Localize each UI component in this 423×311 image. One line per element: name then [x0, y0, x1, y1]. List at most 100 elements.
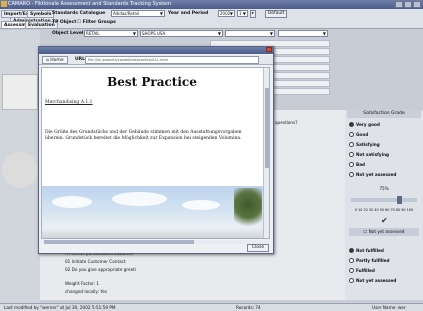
radio-not-satisfying[interactable]: Not satisfying	[349, 152, 389, 157]
filter-groups-checkbox[interactable]: ☐ Filter Groups	[77, 20, 116, 25]
scroll-thumb[interactable]	[44, 240, 194, 244]
chevron-down-icon: ▼	[229, 11, 233, 16]
home-button[interactable]: ⌂ Home	[42, 56, 68, 64]
radio-label: Good	[356, 132, 369, 137]
weight-factor: Weight Factor: 1	[65, 281, 100, 286]
radio-label: Bad	[356, 162, 366, 167]
sky-photo	[42, 186, 264, 238]
question-list: A Provide personalized customer 01 Initi…	[65, 250, 136, 296]
cloud-shape	[182, 200, 220, 210]
close-button[interactable]: Close	[247, 244, 269, 252]
list-item[interactable]: 01 Initiate Customer Contact	[65, 258, 136, 266]
radio-not-yet-assessed[interactable]: Not yet assessed	[349, 172, 396, 177]
radio-label: Not yet assessed	[356, 278, 397, 283]
body-text: Die Größe des Grundstücks und der Gebäud…	[45, 130, 242, 141]
object-select[interactable]: SHOPS USA ▼	[140, 30, 223, 37]
tree-shape	[234, 188, 262, 230]
window-titlebar: CAMARO - Fiktionale Assessment and Stand…	[0, 0, 423, 9]
object-value: SHOPS USA	[142, 31, 166, 36]
default-button[interactable]: Default	[265, 10, 287, 18]
radio-icon	[349, 132, 354, 137]
radio-icon	[349, 268, 354, 273]
period-select[interactable]: 1 ▼	[237, 10, 248, 17]
list-item[interactable]: 02 Do you give appropriate greeti	[65, 266, 136, 274]
changed-locally: changed locally: Yes	[65, 289, 107, 294]
object-level-label: Object Level	[52, 31, 84, 36]
standards-catalogue-label: Standards Catalogue	[52, 11, 106, 16]
close-icon[interactable]	[266, 47, 272, 52]
cloud-shape	[52, 196, 92, 208]
radio-fulfilled[interactable]: Fulfilled	[349, 268, 375, 273]
chevron-down-icon: ▼	[132, 31, 136, 36]
radio-icon	[349, 162, 354, 167]
slider-knob[interactable]	[396, 196, 402, 204]
period-value: 1	[239, 11, 242, 16]
satisfaction-panel: Satisfaction Grade Very good Good Satisf…	[345, 110, 423, 300]
standards-catalogue-select[interactable]: Adidas/Retail ▼	[111, 10, 165, 17]
radio-not-fulfilled[interactable]: Not fulfilled	[349, 248, 384, 253]
checkbox-label: Not yet assessed	[368, 229, 405, 234]
radio-label: Satisfying	[356, 142, 380, 147]
standards-catalogue-value: Adidas/Retail	[113, 11, 140, 16]
radio-icon	[349, 172, 354, 177]
satisfaction-slider[interactable]	[351, 196, 417, 204]
vertical-scrollbar[interactable]	[263, 68, 269, 238]
chevron-down-icon: ▼	[242, 11, 246, 16]
maximize-icon[interactable]	[404, 1, 412, 8]
horizontal-scrollbar[interactable]	[41, 240, 270, 244]
minimize-icon[interactable]	[395, 1, 403, 8]
printer-icon[interactable]	[2, 74, 38, 110]
chevron-down-icon: ▼	[269, 31, 273, 36]
radio-selected-icon	[349, 122, 354, 127]
percent-readout: 75%	[379, 186, 389, 191]
radio-label: Very good	[356, 122, 380, 127]
checkmark-icon[interactable]: ✔	[381, 216, 388, 225]
radio-fulfill-not-yet-assessed[interactable]: Not yet assessed	[349, 278, 396, 283]
radio-very-good[interactable]: Very good	[349, 122, 380, 127]
radio-bad[interactable]: Bad	[349, 162, 365, 167]
radio-icon	[349, 152, 354, 157]
radio-icon	[349, 142, 354, 147]
period-stepper[interactable]: ▸	[250, 10, 256, 18]
year-value: 2002	[220, 11, 231, 16]
cloud-shape	[112, 192, 167, 206]
close-icon[interactable]	[413, 1, 421, 8]
url-field[interactable]: file:///d:/projects/casde/bestpractice/A…	[85, 56, 259, 64]
sub-object-select[interactable]: ▼	[225, 30, 275, 37]
main-toolbar: Import/Export Symbols Administration Ass…	[0, 9, 423, 29]
best-practice-dialog: ⌂ Home URL file:///d:/projects/casde/bes…	[38, 46, 274, 254]
satisfaction-header: Satisfaction Grade	[347, 110, 421, 118]
radio-label: Not fulfilled	[356, 248, 384, 253]
radio-selected-icon	[349, 248, 354, 253]
window-title: CAMARO - Fiktionale Assessment and Stand…	[8, 1, 172, 7]
scroll-thumb[interactable]	[265, 88, 269, 168]
person-icon[interactable]	[2, 152, 38, 188]
merchandising-link[interactable]: Merchandising A.1.1	[45, 100, 93, 105]
filter-groups-label: Filter Groups	[82, 20, 116, 25]
radio-label: Not yet assessed	[356, 172, 397, 177]
records-count: Records: 74	[236, 305, 261, 310]
app-icon	[1, 1, 7, 7]
radio-icon	[349, 278, 354, 283]
not-yet-assessed-checkbox[interactable]: ☐ Not yet assessed	[349, 228, 419, 236]
chevron-down-icon: ▼	[159, 11, 163, 16]
radio-label: Fulfilled	[356, 268, 375, 273]
object-level-select[interactable]: RETAIL ▼	[84, 30, 138, 37]
sub-object-select-2[interactable]: ▼	[278, 30, 328, 37]
year-select[interactable]: 2002 ▼	[218, 10, 235, 17]
window-controls	[395, 1, 421, 8]
year-period-label: Year and Period	[168, 11, 209, 16]
tp-object-label: TP Object	[52, 20, 77, 25]
object-level-value: RETAIL	[86, 31, 100, 36]
chevron-down-icon: ▼	[217, 31, 221, 36]
radio-partly-fulfilled[interactable]: Partly fulfilled	[349, 258, 390, 263]
radio-good[interactable]: Good	[349, 132, 368, 137]
dialog-content: Best Practice Merchandising A.1.1 Die Gr…	[41, 67, 270, 239]
chevron-down-icon: ▼	[322, 31, 326, 36]
radio-label: Partly fulfilled	[356, 258, 390, 263]
user-name: User Name: wer	[372, 305, 406, 310]
dialog-titlebar	[39, 47, 273, 54]
slider-scale: 0 10 20 30 40 50 60 70 80 90 100	[354, 208, 414, 212]
radio-satisfying[interactable]: Satisfying	[349, 142, 380, 147]
radio-icon	[349, 258, 354, 263]
